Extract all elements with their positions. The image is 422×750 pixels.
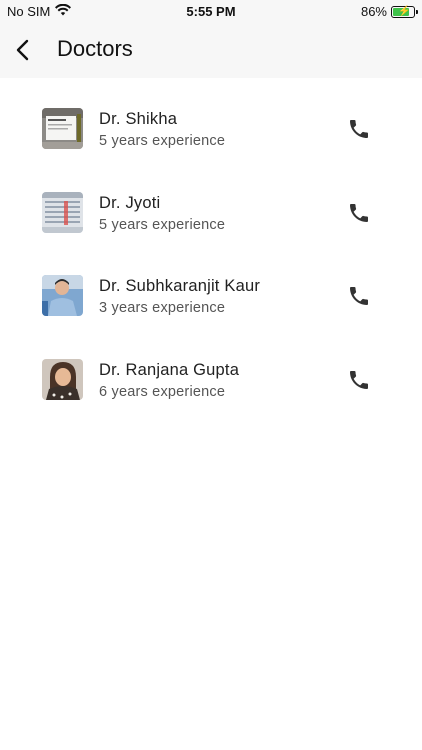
phone-icon bbox=[350, 370, 368, 389]
call-button[interactable] bbox=[347, 284, 371, 308]
doctor-name: Dr. Subhkaranjit Kaur bbox=[99, 277, 261, 295]
doctor-row[interactable]: Dr. Jyoti 5 years experience bbox=[0, 191, 422, 276]
nav-bar: Doctors bbox=[0, 22, 422, 78]
call-button[interactable] bbox=[347, 201, 371, 225]
battery-percent: 86% bbox=[360, 4, 387, 19]
status-bar: No SIM 5:55 PM 86% ⚡ bbox=[0, 0, 422, 22]
call-button[interactable] bbox=[347, 117, 371, 141]
doctor-row[interactable]: Dr. Subhkaranjit Kaur 3 years experience bbox=[0, 275, 422, 359]
doctor-name: Dr. Ranjana Gupta bbox=[99, 360, 240, 379]
back-button[interactable] bbox=[10, 36, 38, 64]
doctor-avatar bbox=[42, 275, 83, 316]
status-right: 86% ⚡ bbox=[360, 4, 418, 19]
phone-icon bbox=[350, 203, 368, 222]
doctor-name: Dr. Jyoti bbox=[99, 193, 161, 212]
status-time: 5:55 PM bbox=[186, 4, 236, 19]
doctor-avatar bbox=[42, 358, 83, 400]
doctor-name: Dr. Shikha bbox=[99, 110, 178, 128]
doctor-avatar bbox=[42, 108, 83, 149]
doctor-experience: 5 years experience bbox=[99, 133, 226, 149]
charging-icon: ⚡ bbox=[398, 5, 411, 17]
doctor-list: Dr. Shikha 5 years experience Dr. Jyoti … bbox=[0, 108, 422, 442]
chevron-left-icon bbox=[16, 39, 29, 61]
doctor-row[interactable]: Dr. Shikha 5 years experience bbox=[0, 108, 422, 192]
call-button[interactable] bbox=[347, 368, 371, 392]
doctor-experience: 6 years experience bbox=[99, 383, 226, 400]
doctor-experience: 3 years experience bbox=[99, 300, 226, 316]
phone-icon bbox=[350, 287, 368, 305]
battery-icon: ⚡ bbox=[391, 5, 418, 18]
doctor-avatar bbox=[42, 191, 83, 233]
doctor-row[interactable]: Dr. Ranjana Gupta 6 years experience bbox=[0, 358, 422, 443]
phone-icon bbox=[350, 120, 368, 138]
page-title: Doctors bbox=[57, 36, 133, 61]
doctor-experience: 5 years experience bbox=[99, 216, 226, 233]
